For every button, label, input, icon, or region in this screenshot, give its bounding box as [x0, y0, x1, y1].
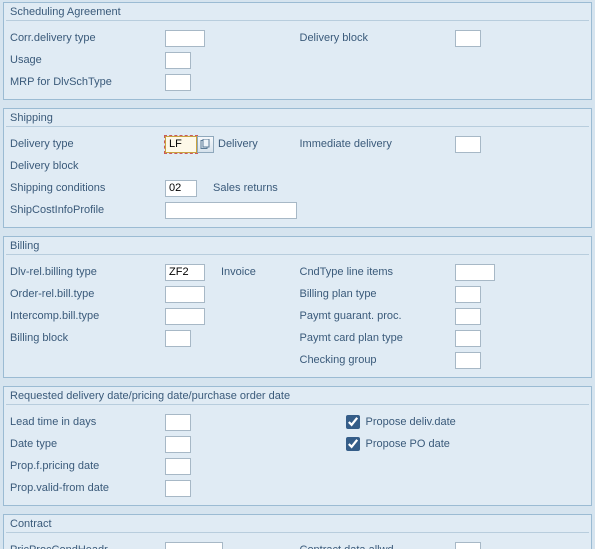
- label-paymt-guarant-proc: Paymt guarant. proc.: [298, 310, 455, 322]
- group-title-shipping: Shipping: [4, 109, 591, 126]
- desc-dlv-rel-billing-type: Invoice: [221, 266, 256, 278]
- group-title-contract: Contract: [4, 515, 591, 532]
- label-billing-plan-type: Billing plan type: [298, 288, 455, 300]
- checkbox-propose-po-date[interactable]: [346, 437, 360, 451]
- search-help-button[interactable]: [197, 136, 214, 153]
- input-contract-data-allwd[interactable]: [455, 542, 481, 549]
- input-dlv-rel-billing-type[interactable]: [165, 264, 205, 281]
- label-cndtype-line-items: CndType line items: [298, 266, 455, 278]
- label-dlv-rel-billing-type: Dlv-rel.billing type: [8, 266, 165, 278]
- input-immediate-delivery[interactable]: [455, 136, 481, 153]
- group-scheduling-agreement: Scheduling Agreement Corr.delivery type …: [3, 2, 592, 100]
- input-corr-delivery-type[interactable]: [165, 30, 205, 47]
- label-corr-delivery-type: Corr.delivery type: [8, 32, 165, 44]
- input-cndtype-line-items[interactable]: [455, 264, 495, 281]
- group-requested-dates: Requested delivery date/pricing date/pur…: [3, 386, 592, 506]
- separator: [6, 126, 589, 127]
- input-billing-block[interactable]: [165, 330, 191, 347]
- input-sched-delivery-block[interactable]: [455, 30, 481, 47]
- label-propose-po-date: Propose PO date: [366, 438, 450, 450]
- input-pricproc-cond-headr[interactable]: [165, 542, 223, 549]
- input-mrp-dlvschtype[interactable]: [165, 74, 191, 91]
- input-lead-time[interactable]: [165, 414, 191, 431]
- separator: [6, 20, 589, 21]
- input-date-type[interactable]: [165, 436, 191, 453]
- group-contract: Contract PricProcCondHeadr Contract data…: [3, 514, 592, 549]
- label-immediate-delivery: Immediate delivery: [298, 138, 455, 150]
- separator: [6, 532, 589, 533]
- label-contract-data-allwd: Contract data allwd.: [298, 544, 455, 549]
- label-billing-block: Billing block: [8, 332, 165, 344]
- input-checking-group[interactable]: [455, 352, 481, 369]
- checkbox-propose-deliv-date[interactable]: [346, 415, 360, 429]
- group-title-billing: Billing: [4, 237, 591, 254]
- group-title-scheduling: Scheduling Agreement: [4, 3, 591, 20]
- group-billing: Billing Dlv-rel.billing type Invoice Ord…: [3, 236, 592, 378]
- label-mrp-dlvschtype: MRP for DlvSchType: [8, 76, 165, 88]
- label-shipping-conditions: Shipping conditions: [8, 182, 165, 194]
- label-delivery-type: Delivery type: [8, 138, 165, 150]
- input-shipping-conditions[interactable]: [165, 180, 197, 197]
- separator: [6, 254, 589, 255]
- label-order-rel-bill-type: Order-rel.bill.type: [8, 288, 165, 300]
- label-paymt-card-plan: Paymt card plan type: [298, 332, 455, 344]
- input-intercomp-bill-type[interactable]: [165, 308, 205, 325]
- input-delivery-type[interactable]: [165, 136, 197, 153]
- input-billing-plan-type[interactable]: [455, 286, 481, 303]
- input-prop-pricing-date[interactable]: [165, 458, 191, 475]
- input-paymt-guarant-proc[interactable]: [455, 308, 481, 325]
- search-help-icon: [200, 139, 211, 150]
- label-checking-group: Checking group: [298, 354, 455, 366]
- label-sched-delivery-block: Delivery block: [298, 32, 455, 44]
- label-lead-time: Lead time in days: [8, 416, 165, 428]
- input-order-rel-bill-type[interactable]: [165, 286, 205, 303]
- label-propose-deliv-date: Propose deliv.date: [366, 416, 456, 428]
- input-shipcost-profile[interactable]: [165, 202, 297, 219]
- group-shipping: Shipping Delivery type Delivery Deliv: [3, 108, 592, 228]
- label-pricproc-cond-headr: PricProcCondHeadr: [8, 544, 165, 549]
- label-usage: Usage: [8, 54, 165, 66]
- label-prop-valid-from: Prop.valid-from date: [8, 482, 165, 494]
- input-paymt-card-plan[interactable]: [455, 330, 481, 347]
- label-date-type: Date type: [8, 438, 165, 450]
- desc-delivery-type: Delivery: [218, 138, 258, 150]
- label-ship-delivery-block: Delivery block: [8, 160, 165, 172]
- label-prop-pricing-date: Prop.f.pricing date: [8, 460, 165, 472]
- input-usage[interactable]: [165, 52, 191, 69]
- label-shipcost-profile: ShipCostInfoProfile: [8, 204, 165, 216]
- desc-shipping-conditions: Sales returns: [213, 182, 278, 194]
- label-intercomp-bill-type: Intercomp.bill.type: [8, 310, 165, 322]
- input-prop-valid-from[interactable]: [165, 480, 191, 497]
- group-title-dates: Requested delivery date/pricing date/pur…: [4, 387, 591, 404]
- separator: [6, 404, 589, 405]
